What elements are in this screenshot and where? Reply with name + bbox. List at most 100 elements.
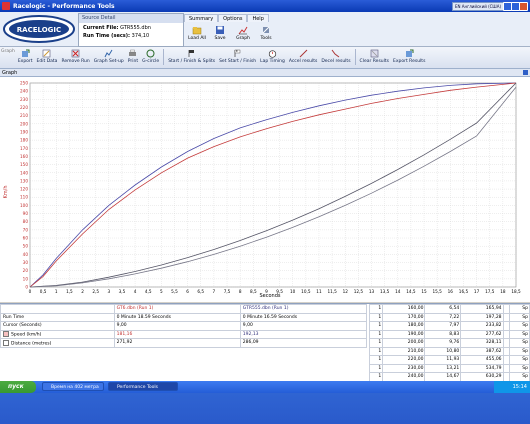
graph-button[interactable]: Graph bbox=[233, 23, 253, 45]
accel-cell-blank[interactable] bbox=[502, 329, 511, 339]
y-tick-label: 20 bbox=[23, 268, 29, 273]
speed-time-chart[interactable]: 0 0,5 1 1,5 2 2,5 3 3,5 4 4,5 5 5,5 6 6,5 7 7,5 8 8,5 9 9,5… bbox=[0, 77, 530, 302]
run-b-value: 286,09 bbox=[239, 338, 368, 348]
accel-row: 1 230,00 13,21 534,79 Sp bbox=[368, 363, 530, 373]
accel-cell: 1 bbox=[368, 346, 384, 356]
accel-cell-blank[interactable] bbox=[502, 312, 511, 322]
window-title: Racelogic - Performance Tools bbox=[13, 2, 115, 10]
y-tick-label: 240 bbox=[20, 89, 28, 94]
x-tick-label: 3,5 bbox=[119, 289, 126, 294]
g-circle-button[interactable]: G-circle bbox=[140, 47, 161, 64]
tab-options[interactable]: Options bbox=[218, 14, 248, 22]
accel-cell-trailing: Sp bbox=[509, 321, 530, 331]
distance-checkbox[interactable] bbox=[3, 339, 9, 346]
accel-cell: 1 bbox=[368, 355, 384, 365]
set-start-finish-label: Set Start / Finish bbox=[219, 59, 257, 64]
x-tick-label: 3 bbox=[107, 289, 110, 294]
accel-cell: 165,94 bbox=[460, 304, 504, 314]
accel-cell-blank[interactable] bbox=[502, 304, 511, 314]
tools-button[interactable]: Tools bbox=[256, 23, 276, 45]
accel-cell: 1 bbox=[368, 363, 384, 373]
accel-cell-trailing: Sp bbox=[509, 363, 530, 373]
graph-panel-header: Graph bbox=[0, 69, 530, 77]
remove-run-label: Remove Run bbox=[61, 59, 90, 64]
x-tick-label: 6 bbox=[186, 289, 189, 294]
tab-help[interactable]: Help bbox=[247, 14, 269, 22]
y-tick-label: 130 bbox=[20, 178, 28, 183]
row-label: Cursor (Seconds) bbox=[0, 321, 115, 331]
current-file-label: Current File: bbox=[83, 25, 119, 31]
racelogic-logo: RACELOGIC bbox=[3, 15, 75, 43]
accel-cell: 1 bbox=[368, 321, 384, 331]
accel-cell: 14,67 bbox=[424, 372, 462, 382]
tab-summary[interactable]: Summary bbox=[184, 14, 219, 22]
edit-data-button[interactable]: Edit Data bbox=[35, 47, 60, 64]
speed-row-label[interactable]: Speed (km/h) bbox=[0, 329, 115, 339]
load-all-button[interactable]: Load All bbox=[187, 23, 207, 45]
accel-cell: 1 bbox=[368, 338, 384, 348]
accel-cell-trailing: Sp bbox=[509, 329, 530, 339]
x-tick-label: 1,5 bbox=[66, 289, 73, 294]
load-all-label: Load All bbox=[188, 36, 206, 41]
save-button[interactable]: Save bbox=[210, 23, 230, 45]
x-tick-label: 2,5 bbox=[92, 289, 99, 294]
graph-area[interactable]: 0 0,5 1 1,5 2 2,5 3 3,5 4 4,5 5 5,5 6 6,5 7 7,5 8 8,5 9 9,5… bbox=[0, 77, 530, 302]
export-button[interactable]: Export bbox=[16, 47, 35, 64]
set-start-finish-button[interactable]: Set Start / Finish bbox=[217, 47, 258, 64]
speed-checkbox[interactable] bbox=[3, 331, 9, 337]
flag-icon bbox=[188, 50, 195, 57]
accel-cell-blank[interactable] bbox=[502, 372, 511, 382]
row-label bbox=[0, 304, 115, 314]
clear-results-button[interactable]: Clear Results bbox=[358, 47, 391, 64]
task-performance-tools[interactable]: Performance Tools bbox=[108, 382, 178, 391]
main-toolbar: Graph Export Edit Data Remove Run Graph … bbox=[0, 47, 530, 69]
x-tick-label: 14,5 bbox=[406, 289, 416, 294]
task-time-402[interactable]: Время на 402 метра bbox=[42, 382, 104, 391]
decel-results-label: Decel results bbox=[321, 59, 351, 64]
y-tick-label: 50 bbox=[23, 244, 29, 249]
decel-results-button[interactable]: Decel results bbox=[319, 47, 352, 64]
start-button[interactable]: пуск bbox=[0, 381, 36, 393]
window-titlebar: Racelogic - Performance Tools EN Английс… bbox=[0, 0, 530, 12]
accel-cell-blank[interactable] bbox=[502, 346, 511, 356]
export-results-icon bbox=[405, 49, 414, 57]
close-button[interactable] bbox=[519, 2, 528, 11]
accel-cell-trailing: Sp bbox=[509, 312, 530, 322]
accel-cell-blank[interactable] bbox=[502, 363, 511, 373]
start-finish-splits-button[interactable]: Start / Finish & Splits bbox=[166, 47, 217, 64]
y-tick-label: 140 bbox=[20, 170, 28, 175]
folder-open-icon bbox=[192, 27, 202, 35]
menu-tabs: Summary Options Help bbox=[184, 14, 269, 22]
run-a-value: 9,00 bbox=[113, 321, 241, 331]
x-tick-label: 5,5 bbox=[171, 289, 178, 294]
accel-cell-blank[interactable] bbox=[502, 355, 511, 365]
language-indicator[interactable]: EN Английский (США) bbox=[451, 2, 504, 11]
run-a-value: 0 Minute 18.59 Seconds bbox=[113, 312, 241, 322]
remove-run-button[interactable]: Remove Run bbox=[59, 47, 91, 64]
ribbon-group: Load All Save Graph Tools bbox=[184, 23, 277, 45]
y-tick-labels: 0 10 20 30 40 50 60 70 80 90 100 110 120 130 140 150 160… bbox=[20, 81, 28, 290]
export-results-button[interactable]: Export Results bbox=[391, 47, 427, 64]
accel-row: 1 220,00 11,93 455,06 Sp bbox=[368, 355, 530, 365]
graph-setup-label: Graph Set-up bbox=[93, 59, 124, 64]
accel-row: 1 210,00 10,80 387,62 Sp bbox=[368, 346, 530, 356]
print-button[interactable]: Print bbox=[126, 47, 140, 64]
accel-cell: 328,11 bbox=[460, 338, 504, 348]
accel-cell: 1 bbox=[368, 304, 384, 314]
accel-cell-blank[interactable] bbox=[502, 338, 511, 348]
run-a-value: 271,92 bbox=[113, 338, 241, 348]
graph-setup-button[interactable]: Graph Set-up bbox=[92, 47, 126, 64]
distance-row-label[interactable]: Distance (metres) bbox=[0, 338, 115, 348]
g-circle-icon bbox=[146, 49, 155, 58]
toolbar-separator bbox=[163, 49, 165, 65]
run-a-value: GT6.dbn (Run 1) bbox=[113, 304, 241, 314]
run-b-value: 9,00 bbox=[239, 321, 368, 331]
lap-timing-button[interactable]: Lap Timing bbox=[258, 47, 287, 64]
accel-results-button[interactable]: Accel results bbox=[287, 47, 319, 64]
accel-cell-trailing: Sp bbox=[509, 346, 530, 356]
panel-pin-icon[interactable] bbox=[523, 70, 528, 75]
export-results-label: Export Results bbox=[393, 59, 426, 64]
accel-cell-blank[interactable] bbox=[502, 321, 511, 331]
decel-icon bbox=[332, 49, 340, 58]
row-label: Run Time bbox=[0, 312, 115, 322]
